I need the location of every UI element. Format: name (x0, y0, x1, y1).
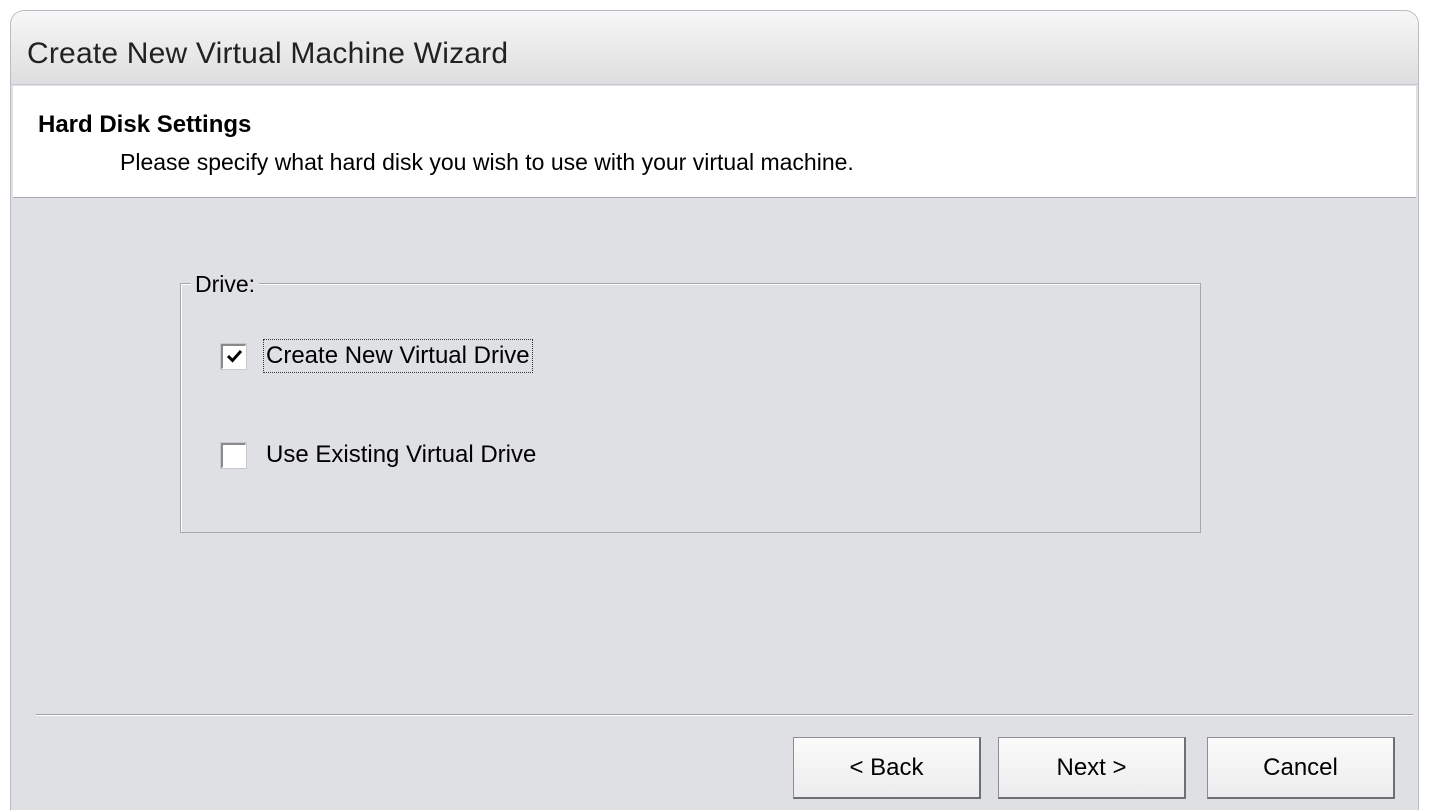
drive-group-label: Drive: (191, 271, 260, 298)
use-existing-drive-checkbox[interactable] (221, 442, 246, 468)
wizard-window: Create New Virtual Machine Wizard Hard D… (10, 10, 1419, 810)
window-title: Create New Virtual Machine Wizard (27, 37, 509, 70)
next-button[interactable]: Next > (998, 737, 1186, 799)
create-new-drive-label[interactable]: Create New Virtual Drive (263, 339, 533, 373)
title-bar[interactable]: Create New Virtual Machine Wizard (11, 11, 1418, 85)
create-new-drive-checkbox[interactable] (221, 343, 246, 369)
wizard-header: Hard Disk Settings Please specify what h… (13, 86, 1416, 198)
cancel-button[interactable]: Cancel (1207, 737, 1395, 799)
drive-groupbox: Drive: Create New Virtual Drive Use Exis… (180, 271, 1201, 533)
checkmark-icon (226, 349, 242, 363)
footer-separator (36, 714, 1413, 716)
use-existing-drive-option[interactable]: Use Existing Virtual Drive (221, 441, 536, 469)
page-subtitle: Please specify what hard disk you wish t… (120, 149, 854, 175)
create-new-drive-option[interactable]: Create New Virtual Drive (221, 339, 533, 373)
back-button[interactable]: < Back (793, 737, 981, 799)
use-existing-drive-label[interactable]: Use Existing Virtual Drive (266, 441, 536, 469)
page-title: Hard Disk Settings (38, 111, 252, 138)
